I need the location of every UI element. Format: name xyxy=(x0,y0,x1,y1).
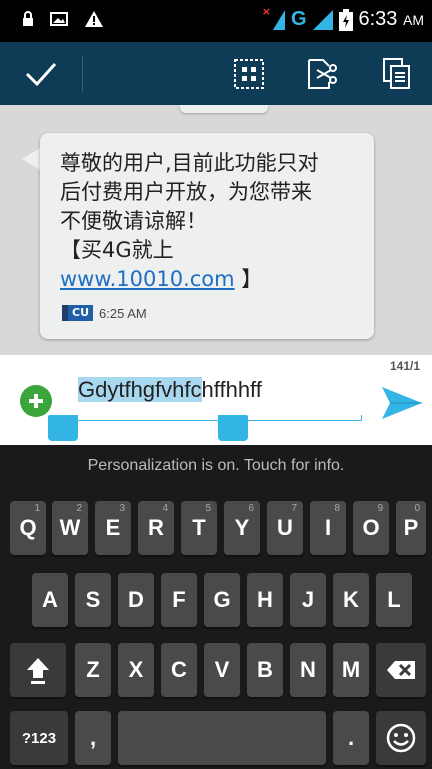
smiley-icon xyxy=(386,723,416,753)
copy-icon xyxy=(383,57,410,89)
key-d[interactable]: D xyxy=(118,573,154,627)
check-icon xyxy=(25,62,57,86)
lock-icon xyxy=(23,11,33,26)
key-n[interactable]: N xyxy=(290,643,326,697)
link-suffix: 】 xyxy=(234,267,263,291)
key-o[interactable]: 9O xyxy=(353,501,389,555)
divider xyxy=(82,56,83,92)
period-key[interactable]: . xyxy=(333,711,369,765)
shift-icon xyxy=(27,658,49,684)
key-z[interactable]: Z xyxy=(75,643,111,697)
signal-strength-icon xyxy=(312,9,333,30)
key-b[interactable]: B xyxy=(247,643,283,697)
backspace-key[interactable] xyxy=(376,643,426,697)
conversation-view[interactable]: 尊敬的用户,目前此功能只对 后付费用户开放，为您带来 不便敬请谅解！ 【买4G就… xyxy=(0,105,432,355)
message-meta: CU 6:25 AM xyxy=(62,305,147,321)
key-f[interactable]: F xyxy=(161,573,197,627)
key-h[interactable]: H xyxy=(247,573,283,627)
message-line: 尊敬的用户,目前此功能只对 xyxy=(60,151,319,175)
message-line-link: www.10010.com 】 xyxy=(60,265,356,294)
message-input-text[interactable]: Gdytfhgfvhfchffhhff xyxy=(78,373,262,407)
backspace-icon xyxy=(387,661,415,679)
key-r[interactable]: 4R xyxy=(138,501,174,555)
attach-button[interactable] xyxy=(20,385,52,417)
unselected-text: hffhhff xyxy=(201,377,262,402)
message-input[interactable]: Gdytfhgfvhfchffhhff xyxy=(64,373,362,423)
send-icon xyxy=(382,387,422,419)
compose-bar: 141/1 Gdytfhgfvhfchffhhff xyxy=(0,355,432,445)
message-line: 不便敬请谅解！ xyxy=(60,209,207,233)
key-k[interactable]: K xyxy=(333,573,369,627)
cut-button[interactable] xyxy=(294,42,352,105)
key-l[interactable]: L xyxy=(376,573,412,627)
key-t[interactable]: 5T xyxy=(181,501,217,555)
input-underline xyxy=(64,415,362,421)
key-a[interactable]: A xyxy=(32,573,68,627)
done-button[interactable] xyxy=(0,42,82,105)
key-w[interactable]: 2W xyxy=(52,501,88,555)
bubble-tail xyxy=(22,147,42,171)
message-timestamp: 6:25 AM xyxy=(99,305,147,321)
key-y[interactable]: 6Y xyxy=(224,501,260,555)
plus-icon xyxy=(29,394,43,408)
no-data-icon: × xyxy=(261,5,271,18)
key-e[interactable]: 3E xyxy=(95,501,131,555)
keyboard-personalization-notice[interactable]: Personalization is on. Touch for info. xyxy=(0,457,432,475)
image-icon xyxy=(50,12,68,26)
key-u[interactable]: 7U xyxy=(267,501,303,555)
key-i[interactable]: 8I xyxy=(310,501,346,555)
key-g[interactable]: G xyxy=(204,573,240,627)
space-key[interactable] xyxy=(118,711,326,765)
send-button[interactable] xyxy=(380,385,424,421)
cut-icon xyxy=(308,58,337,89)
sim-badge: CU xyxy=(62,305,94,321)
previous-message-bubble xyxy=(180,105,268,113)
shift-key[interactable] xyxy=(10,643,66,697)
message-line: 后付费用户开放，为您带来 xyxy=(60,180,312,204)
key-j[interactable]: J xyxy=(290,573,326,627)
battery-icon xyxy=(338,8,353,31)
key-p[interactable]: 0P xyxy=(396,501,426,555)
text-selection-action-bar xyxy=(0,42,432,105)
select-all-icon xyxy=(234,58,264,89)
warning-icon xyxy=(85,11,103,27)
symbols-key[interactable]: ?123 xyxy=(10,711,68,765)
select-all-button[interactable] xyxy=(220,42,278,105)
key-m[interactable]: M xyxy=(333,643,369,697)
key-x[interactable]: X xyxy=(118,643,154,697)
status-bar: × G 6:33 AM xyxy=(0,0,432,42)
emoji-key[interactable] xyxy=(376,711,426,765)
signal-icon xyxy=(272,9,285,30)
key-q[interactable]: 1Q xyxy=(10,501,46,555)
key-c[interactable]: C xyxy=(161,643,197,697)
message-link[interactable]: www.10010.com xyxy=(60,267,235,291)
selection-handle-start[interactable] xyxy=(48,415,78,441)
message-line: 【买4G就上 xyxy=(60,238,174,262)
key-s[interactable]: S xyxy=(75,573,111,627)
character-counter: 141/1 xyxy=(389,359,420,373)
clock: 6:33 AM xyxy=(358,8,425,30)
selection-handle-end[interactable] xyxy=(218,415,248,441)
copy-button[interactable] xyxy=(366,42,428,105)
key-v[interactable]: V xyxy=(204,643,240,697)
network-type: G xyxy=(290,8,307,30)
soft-keyboard: Personalization is on. Touch for info. 1… xyxy=(0,445,432,769)
selected-text: Gdytfhgfvhfc xyxy=(78,377,202,402)
message-bubble[interactable]: 尊敬的用户,目前此功能只对 后付费用户开放，为您带来 不便敬请谅解！ 【买4G就… xyxy=(40,133,374,339)
comma-key[interactable]: , xyxy=(75,711,111,765)
